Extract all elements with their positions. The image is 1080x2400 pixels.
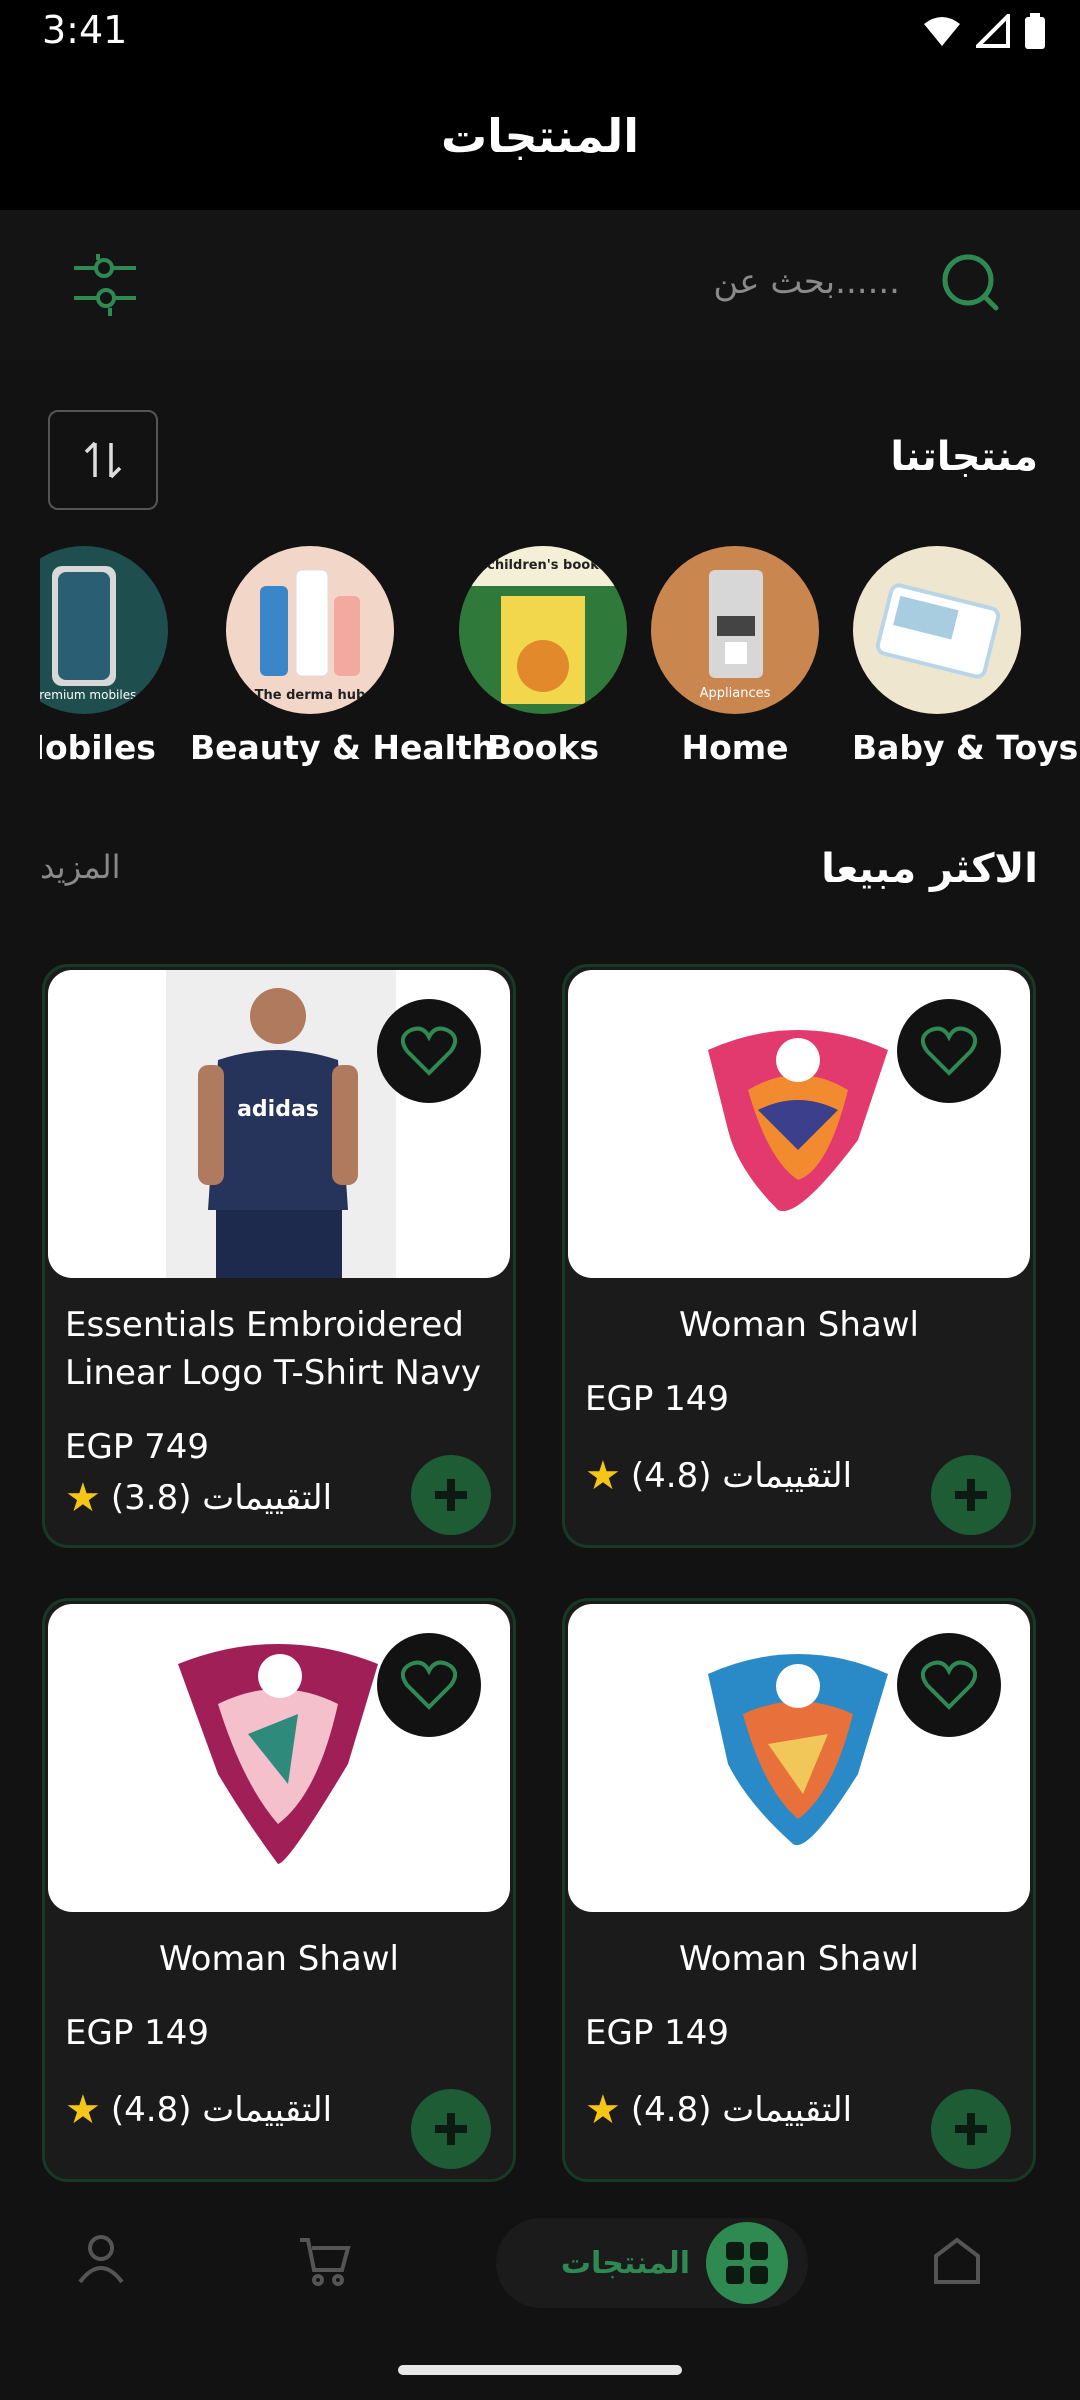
gesture-bar <box>398 2365 682 2375</box>
system-icons <box>922 12 1046 50</box>
product-card[interactable]: Woman Shawl EGP 149 ★ التقييمات (4.8) <box>42 1598 516 2182</box>
category-caption: premium mobiles <box>40 688 137 702</box>
more-link[interactable]: المزيد <box>40 848 121 886</box>
heart-icon <box>401 1026 457 1076</box>
category-image: children's book <box>459 546 627 714</box>
sliders-icon <box>74 254 136 316</box>
product-price: EGP 149 <box>585 1379 730 1419</box>
star-icon: ★ <box>585 1453 621 1499</box>
product-name: Woman Shawl <box>679 1939 919 1979</box>
rating-text: التقييمات (4.8) <box>630 2090 853 2130</box>
plus-icon <box>435 2113 467 2145</box>
product-price: EGP 149 <box>65 2013 210 2053</box>
category-image <box>853 546 1021 714</box>
favorite-button[interactable] <box>897 1633 1001 1737</box>
status-time: 3:41 <box>42 8 128 52</box>
category-label: Baby & Toys <box>852 728 1079 767</box>
category-image: premium mobiles <box>40 546 168 714</box>
wifi-icon <box>924 17 960 46</box>
product-card[interactable]: Woman Shawl EGP 149 ★ التقييمات (4.8) <box>562 964 1036 1548</box>
star-icon: ★ <box>585 2087 621 2133</box>
add-to-cart-button[interactable] <box>931 1455 1011 1535</box>
sort-arrows-icon <box>84 441 122 479</box>
rating-text: التقييمات (3.8) <box>110 1478 333 1518</box>
product-name: Woman Shawl <box>679 1305 919 1345</box>
plus-icon <box>435 1479 467 1511</box>
heart-icon <box>401 1660 457 1710</box>
nav-cart[interactable] <box>296 2234 352 2292</box>
product-price: EGP 749 <box>65 1427 210 1467</box>
product-rating: ★ التقييمات (4.8) <box>65 2087 332 2133</box>
nav-home[interactable] <box>930 2234 984 2292</box>
category-image: Appliances <box>651 546 819 714</box>
category-label: Mobiles <box>40 728 156 767</box>
rating-text: التقييمات (4.8) <box>630 1456 853 1496</box>
category-label: Home <box>681 728 789 767</box>
star-icon: ★ <box>65 2087 101 2133</box>
nav-products-label: المنتجات <box>560 2245 690 2281</box>
signal-icon <box>976 14 1010 48</box>
product-rating: ★ التقييمات (4.8) <box>585 2087 852 2133</box>
category-caption: children's book <box>487 558 599 573</box>
category-label: Beauty & Health <box>190 728 496 767</box>
favorite-button[interactable] <box>377 1633 481 1737</box>
categories-title: منتجاتنا <box>890 434 1038 480</box>
category-baby-toys[interactable]: Baby & Toys <box>852 546 1079 767</box>
cart-icon <box>300 2238 351 2286</box>
category-mobiles[interactable]: premium mobiles Mobiles <box>40 546 168 776</box>
nav-products[interactable]: المنتجات <box>496 2218 808 2308</box>
battery-icon <box>1025 13 1045 49</box>
profile-icon <box>78 2235 124 2284</box>
product-price: EGP 149 <box>585 2013 730 2053</box>
favorite-button[interactable] <box>377 999 481 1103</box>
search-input[interactable]: بحث عن...... <box>600 262 900 302</box>
status-bar <box>0 0 1080 62</box>
category-image: The derma hub <box>226 546 394 714</box>
favorite-button[interactable] <box>897 999 1001 1103</box>
category-home[interactable]: Appliances Home <box>650 546 820 767</box>
search-icon[interactable] <box>940 252 1004 316</box>
add-to-cart-button[interactable] <box>411 1455 491 1535</box>
product-name: Woman Shawl <box>159 1939 399 1979</box>
home-icon <box>934 2237 980 2284</box>
search-bar <box>0 210 1080 360</box>
nav-profile[interactable] <box>74 2232 128 2290</box>
category-caption: The derma hub <box>254 688 366 703</box>
product-rating: ★ التقييمات (3.8) <box>65 1475 332 1521</box>
product-rating: ★ التقييمات (4.8) <box>585 1453 852 1499</box>
sort-button[interactable] <box>48 410 158 510</box>
category-beauty-health[interactable]: The derma hub Beauty & Health <box>190 546 495 767</box>
product-card[interactable]: adidas Essentials Embroidered Linear Log… <box>42 964 516 1548</box>
plus-icon <box>955 2113 987 2145</box>
filter-button[interactable] <box>70 250 140 320</box>
best-sellers-title: الاكثر مبيعا <box>821 846 1038 892</box>
page-title: المنتجات <box>440 109 640 163</box>
app-bar: المنتجات <box>0 62 1080 210</box>
add-to-cart-button[interactable] <box>931 2089 1011 2169</box>
heart-icon <box>921 1660 977 1710</box>
category-caption: Appliances <box>699 686 771 701</box>
heart-icon <box>921 1026 977 1076</box>
add-to-cart-button[interactable] <box>411 2089 491 2169</box>
product-name: Essentials Embroidered Linear Logo T-Shi… <box>65 1305 481 1393</box>
rating-text: التقييمات (4.8) <box>110 2090 333 2130</box>
star-icon: ★ <box>65 1475 101 1521</box>
shirt-logo-text: adidas <box>237 1097 319 1122</box>
grid-icon <box>706 2222 788 2304</box>
product-card[interactable]: Woman Shawl EGP 149 ★ التقييمات (4.8) <box>562 1598 1036 2182</box>
plus-icon <box>955 1479 987 1511</box>
